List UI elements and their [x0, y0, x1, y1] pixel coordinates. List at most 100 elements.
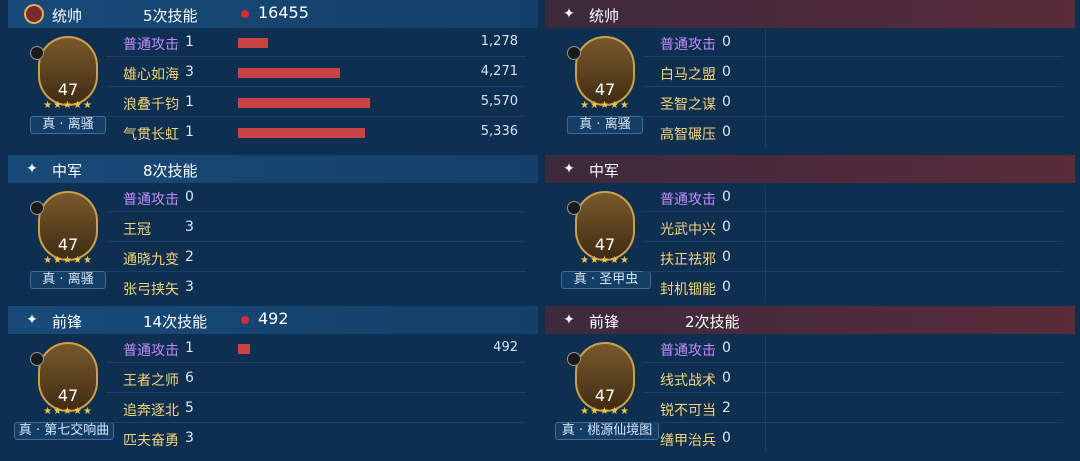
divider: [106, 271, 526, 272]
skill-row: 气贯长虹 1 5,336: [123, 122, 528, 146]
skill-count-value: 0: [722, 64, 731, 80]
buff-badge-icon: [30, 352, 44, 366]
hero-level: 47: [57, 386, 79, 405]
skill-name: 王者之师: [123, 373, 179, 389]
skill-count-value: 3: [185, 219, 194, 235]
skill-row: 匹夫奋勇 3: [123, 428, 528, 452]
skill-count-value: 2: [722, 400, 731, 416]
hero-name: 真 · 离骚: [30, 116, 106, 134]
skill-count-value: 6: [185, 370, 194, 386]
skill-row: 普通攻击 0: [660, 187, 1065, 211]
hero-avatar[interactable]: 47 ★★★★★: [30, 342, 98, 417]
skill-name: 张弓挟矢: [123, 282, 179, 298]
hero-avatar[interactable]: 47 ★★★★★: [567, 342, 635, 417]
skill-row: 封机锢能 0: [660, 277, 1065, 301]
skill-count-value: 3: [185, 64, 194, 80]
skill-count-value: 0: [722, 340, 731, 356]
divider: [106, 211, 526, 212]
skill-row: 王者之师 6: [123, 368, 528, 392]
damage-value: 1,278: [480, 34, 518, 49]
left-section-commander: 统帅 5次技能 16455 47 ★★★★★ 真 · 离骚 普通攻击 1 1,2…: [8, 0, 538, 150]
skill-count-value: 0: [722, 94, 731, 110]
skill-count-value: 0: [722, 370, 731, 386]
skill-row: 普通攻击 1 492: [123, 338, 528, 362]
damage-bar: [238, 344, 250, 354]
skill-name: 匹夫奋勇: [123, 433, 179, 449]
skill-name: 浪叠千钧: [123, 97, 179, 113]
hero-stars: ★★★★★: [580, 100, 630, 111]
buff-badge-icon: [567, 201, 581, 215]
role-title: 前锋: [589, 313, 620, 331]
divider: [106, 56, 526, 57]
damage-bar: [238, 38, 268, 48]
right-middle-header: ✦ 中军: [545, 155, 1075, 183]
buff-badge-icon: [567, 352, 581, 366]
skill-row: 锐不可当 2: [660, 398, 1065, 422]
divider: [643, 392, 1063, 393]
divider: [106, 362, 526, 363]
hero-avatar[interactable]: 47 ★★★★★: [30, 36, 98, 111]
skill-name: 光武中兴: [660, 222, 716, 238]
skill-row: 王冠 3: [123, 217, 528, 241]
skill-count-value: 0: [722, 430, 731, 446]
skill-row: 普通攻击 0: [123, 187, 528, 211]
hero-level: 47: [594, 386, 616, 405]
hero-avatar[interactable]: 47 ★★★★★: [567, 36, 635, 111]
skill-name: 普通攻击: [660, 192, 716, 208]
skill-count-value: 1: [185, 340, 194, 356]
right-section-commander: ✦ 统帅 47 ★★★★★ 真 · 离骚 普通攻击 0 白马之盟 0 圣智之谋 …: [545, 0, 1075, 150]
left-section-middle: ✦ 中军 8次技能 47 ★★★★★ 真 · 离骚 普通攻击 0 王冠 3 通晓…: [8, 155, 538, 305]
damage-value: 492: [493, 340, 518, 355]
skill-count-value: 1: [185, 94, 194, 110]
skill-row: 普通攻击 1 1,278: [123, 32, 528, 56]
skill-name: 通晓九变: [123, 252, 179, 268]
skill-name: 白马之盟: [660, 67, 716, 83]
divider: [643, 422, 1063, 423]
damage-bar: [238, 98, 370, 108]
hero-stars: ★★★★★: [43, 406, 93, 417]
role-title: 前锋: [52, 313, 83, 331]
skill-row: 追奔逐北 5: [123, 398, 528, 422]
right-vanguard-header: ✦ 前锋 2次技能: [545, 306, 1075, 334]
skill-row: 线式战术 0: [660, 368, 1065, 392]
buff-badge-icon: [30, 201, 44, 215]
skill-count: 14次技能: [143, 313, 208, 331]
red-dot-icon: [241, 316, 249, 324]
skill-row: 圣智之谋 0: [660, 92, 1065, 116]
skill-row: 光武中兴 0: [660, 217, 1065, 241]
buff-badge-icon: [30, 46, 44, 60]
skill-count-value: 0: [722, 34, 731, 50]
hero-name: 真 · 圣甲虫: [561, 271, 651, 289]
skill-name: 普通攻击: [660, 343, 716, 359]
damage-bar: [238, 128, 365, 138]
skill-name: 缮甲治兵: [660, 433, 716, 449]
skill-name: 封机锢能: [660, 282, 716, 298]
skill-name: 普通攻击: [660, 37, 716, 53]
damage-bar: [238, 68, 340, 78]
skill-name: 高智碾压: [660, 127, 716, 143]
hero-stars: ★★★★★: [43, 255, 93, 266]
skill-count-value: 0: [722, 124, 731, 140]
left-vanguard-header: ✦ 前锋 14次技能 492: [8, 306, 538, 334]
skill-name: 扶正祛邪: [660, 252, 716, 268]
sword-badge-icon: [24, 4, 44, 24]
sparkle-icon: ✦: [26, 161, 38, 177]
red-dot-icon: [241, 10, 249, 18]
hero-avatar[interactable]: 47 ★★★★★: [567, 191, 635, 266]
hero-name: 真 · 离骚: [30, 271, 106, 289]
hero-level: 47: [594, 80, 616, 99]
hero-level: 47: [57, 80, 79, 99]
skill-row: 缮甲治兵 0: [660, 428, 1065, 452]
divider: [643, 211, 1063, 212]
skill-count-value: 3: [185, 430, 194, 446]
skill-name: 追奔逐北: [123, 403, 179, 419]
hero-avatar[interactable]: 47 ★★★★★: [30, 191, 98, 266]
skill-name: 气贯长虹: [123, 127, 179, 143]
hero-name: 真 · 第七交响曲: [14, 422, 114, 440]
divider: [643, 116, 1063, 117]
divider: [106, 116, 526, 117]
skill-name: 普通攻击: [123, 192, 179, 208]
skill-count-value: 1: [185, 124, 194, 140]
left-team-panel: 统帅 5次技能 16455 47 ★★★★★ 真 · 离骚 普通攻击 1 1,2…: [8, 0, 538, 461]
skill-row: 白马之盟 0: [660, 62, 1065, 86]
